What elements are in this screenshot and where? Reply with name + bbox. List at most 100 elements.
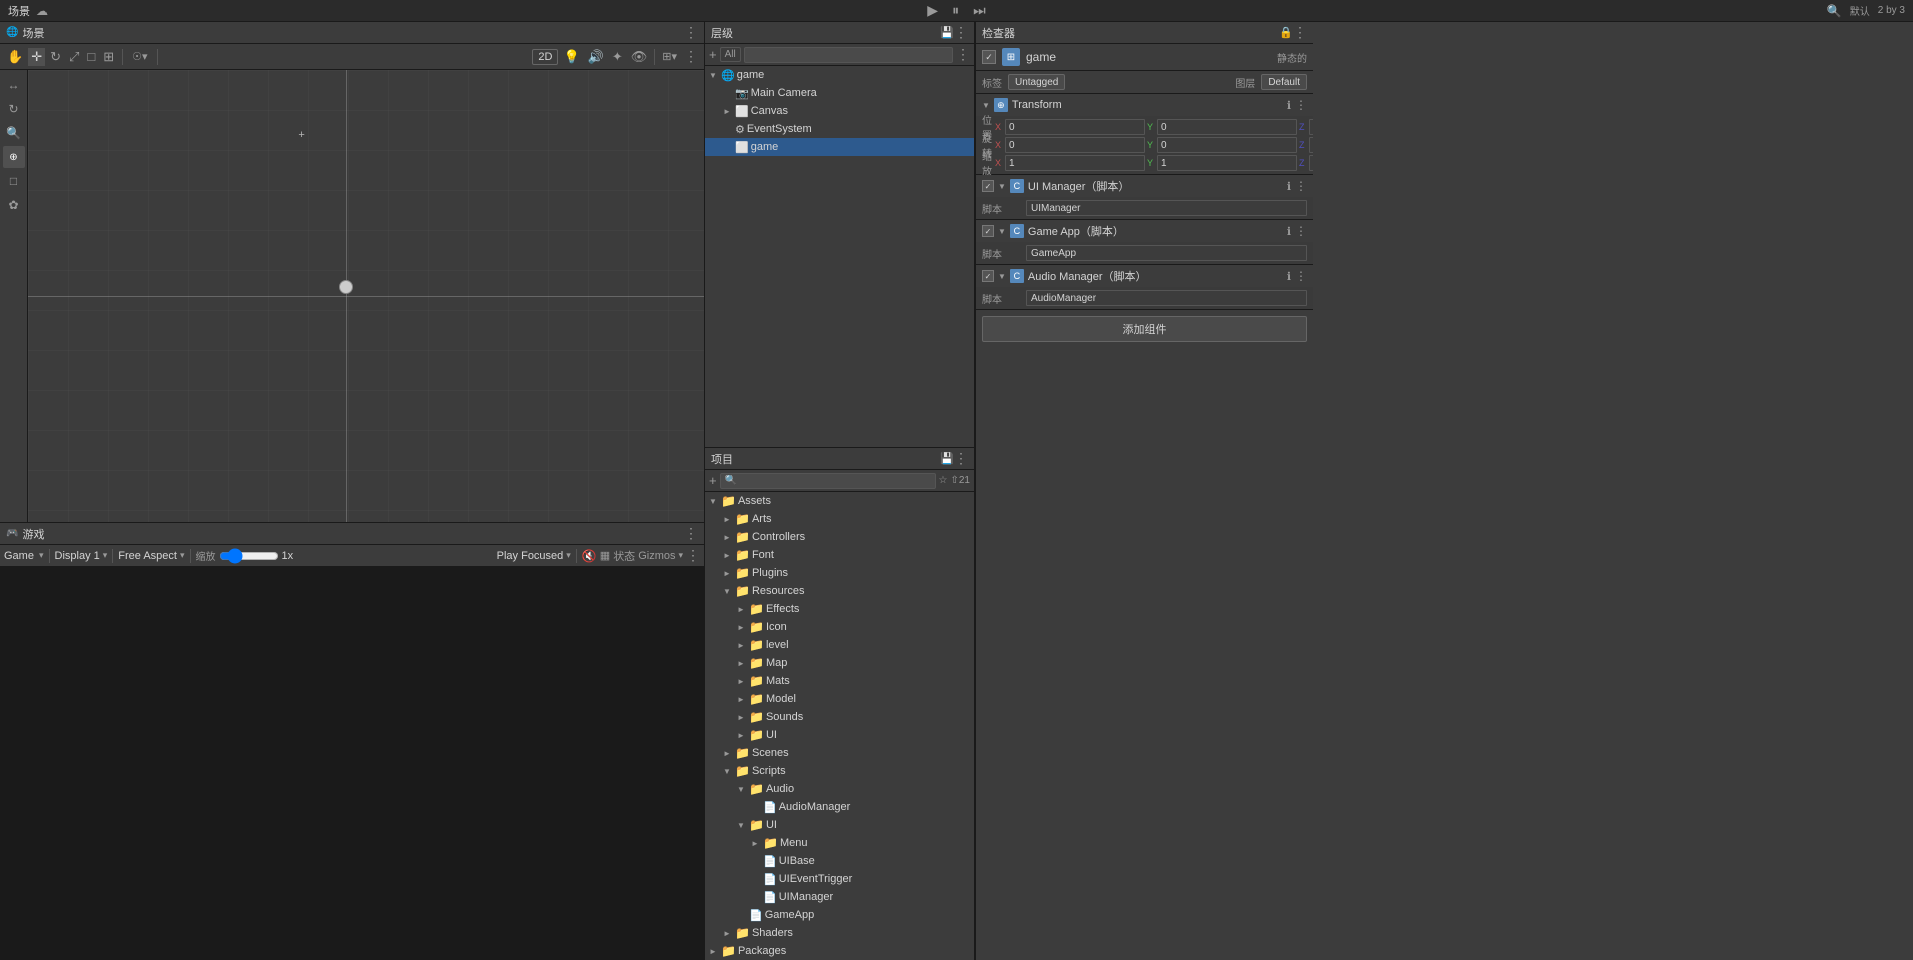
- gameapp-info[interactable]: ℹ: [1287, 225, 1291, 238]
- grid-toggle-btn[interactable]: ⊞▾: [659, 49, 680, 64]
- gizmos-dropdown[interactable]: ▾: [678, 550, 683, 561]
- layer-value[interactable]: Default: [1261, 74, 1307, 90]
- project-item-mats[interactable]: ► 📁 Mats: [705, 672, 974, 690]
- add-component-btn[interactable]: 添加组件: [982, 316, 1307, 342]
- tool-rect-select[interactable]: □: [3, 170, 25, 192]
- inspector-more[interactable]: ⋮: [1293, 24, 1307, 41]
- project-item-uibase[interactable]: 📄 UIBase: [705, 852, 974, 870]
- scene-tab[interactable]: 场景: [22, 25, 44, 41]
- project-item-ui-scripts[interactable]: ▼ 📁 UI: [705, 816, 974, 834]
- uimanager-header[interactable]: ✓ ▼ C UI Manager（脚本） ℹ ⋮: [976, 175, 1313, 197]
- scale-tool[interactable]: ⤢: [66, 48, 82, 66]
- object-enable-checkbox[interactable]: ✓: [982, 50, 996, 64]
- project-item-font[interactable]: ► 📁 Font: [705, 546, 974, 564]
- project-item-scenes[interactable]: ► 📁 Scenes: [705, 744, 974, 762]
- effects-btn[interactable]: ✦: [609, 48, 626, 66]
- project-item-shaders[interactable]: ► 📁 Shaders: [705, 924, 974, 942]
- step-button[interactable]: ⏭: [969, 2, 990, 19]
- display-label[interactable]: Display 1: [55, 550, 100, 562]
- gizmo-btn[interactable]: ☉▾: [128, 49, 151, 64]
- view-options-btn[interactable]: 👁: [628, 48, 651, 66]
- project-item-gameapp[interactable]: 📄 GameApp: [705, 906, 974, 924]
- aspect-dropdown[interactable]: ▾: [180, 550, 185, 561]
- grid-label[interactable]: 2 by 3: [1878, 5, 1905, 16]
- uimanager-script-value[interactable]: UIManager: [1026, 200, 1307, 216]
- search-icon[interactable]: 🔍: [1827, 4, 1842, 18]
- project-item-uieventtrigger[interactable]: 📄 UIEventTrigger: [705, 870, 974, 888]
- project-item-level[interactable]: ► 📁 level: [705, 636, 974, 654]
- stats-icon[interactable]: ▦: [600, 549, 610, 562]
- hierarchy-add-btn[interactable]: +: [709, 47, 717, 62]
- project-tab[interactable]: 项目: [711, 451, 733, 467]
- project-item-assets[interactable]: ▼ 📁 Assets: [705, 492, 974, 510]
- scene-more-options[interactable]: ⋮: [682, 47, 700, 66]
- aspect-label[interactable]: Free Aspect: [118, 550, 177, 562]
- gameapp-header[interactable]: ✓ ▼ C Game App（脚本） ℹ ⋮: [976, 220, 1313, 242]
- tool-move[interactable]: ↔: [3, 74, 25, 96]
- project-item-uimanager[interactable]: 📄 UIManager: [705, 888, 974, 906]
- rot-y[interactable]: [1157, 137, 1297, 153]
- uimanager-enable[interactable]: ✓: [982, 180, 994, 192]
- uimanager-more[interactable]: ⋮: [1295, 179, 1307, 193]
- project-item-audio[interactable]: ▼ 📁 Audio: [705, 780, 974, 798]
- tag-value[interactable]: Untagged: [1008, 74, 1065, 90]
- pos-z[interactable]: [1309, 119, 1313, 135]
- hierarchy-item-eventsystem[interactable]: ⚙ EventSystem: [705, 120, 974, 138]
- hierarchy-more[interactable]: ⋮: [954, 24, 968, 41]
- audio-btn[interactable]: 🔊: [585, 48, 607, 66]
- gizmos-label[interactable]: Gizmos: [638, 550, 675, 562]
- project-item-arts[interactable]: ► 📁 Arts: [705, 510, 974, 528]
- search-all-btn[interactable]: All: [720, 47, 741, 62]
- pos-y[interactable]: [1157, 119, 1297, 135]
- tool-custom[interactable]: ✿: [3, 194, 25, 216]
- hierarchy-search[interactable]: [744, 47, 953, 63]
- hierarchy-more2[interactable]: ⋮: [956, 46, 970, 63]
- audiomanager-more[interactable]: ⋮: [1295, 269, 1307, 283]
- uimanager-info[interactable]: ℹ: [1287, 180, 1291, 193]
- project-item-resources[interactable]: ▼ 📁 Resources: [705, 582, 974, 600]
- inspector-lock[interactable]: 🔒: [1279, 26, 1293, 39]
- transform-tool[interactable]: ⊞: [100, 48, 117, 66]
- scene-more-btn[interactable]: ⋮: [684, 24, 698, 41]
- cloud-icon[interactable]: ☁: [36, 4, 48, 18]
- hand-tool[interactable]: ✋: [4, 48, 26, 66]
- project-save[interactable]: 💾: [940, 452, 954, 465]
- tool-rotate-view[interactable]: ↻: [3, 98, 25, 120]
- game-tab[interactable]: 游戏: [22, 526, 44, 542]
- game-options-more[interactable]: ⋮: [686, 547, 700, 564]
- project-item-menu[interactable]: ► 📁 Menu: [705, 834, 974, 852]
- hierarchy-save[interactable]: 💾: [940, 26, 954, 39]
- hierarchy-item-gameobj[interactable]: ⬜ game: [705, 138, 974, 156]
- project-item-scripts[interactable]: ▼ 📁 Scripts: [705, 762, 974, 780]
- hierarchy-item-canvas[interactable]: ► ⬜ Canvas: [705, 102, 974, 120]
- tool-pivot[interactable]: ⊕: [3, 146, 25, 168]
- scale-z[interactable]: [1309, 155, 1313, 171]
- stats-label[interactable]: 状态: [613, 548, 635, 564]
- audiomanager-info[interactable]: ℹ: [1287, 270, 1291, 283]
- move-tool[interactable]: ✛: [28, 48, 45, 66]
- audiomanager-enable[interactable]: ✓: [982, 270, 994, 282]
- project-item-plugins[interactable]: ► 📁 Plugins: [705, 564, 974, 582]
- project-item-map[interactable]: ► 📁 Map: [705, 654, 974, 672]
- project-item-icon[interactable]: ► 📁 Icon: [705, 618, 974, 636]
- scale-x[interactable]: [1005, 155, 1145, 171]
- zoom-slider[interactable]: [219, 551, 279, 561]
- hierarchy-item-game[interactable]: ▼ 🌐 game: [705, 66, 974, 84]
- project-search[interactable]: [720, 473, 936, 489]
- gameapp-enable[interactable]: ✓: [982, 225, 994, 237]
- game-label-dropdown[interactable]: ▾: [39, 550, 44, 561]
- play-focused-label[interactable]: Play Focused: [497, 550, 564, 562]
- hierarchy-tab[interactable]: 层级: [711, 25, 733, 41]
- project-item-audiomanager[interactable]: 📄 AudioManager: [705, 798, 974, 816]
- inspector-tab[interactable]: 检查器: [982, 25, 1015, 41]
- pos-x[interactable]: [1005, 119, 1145, 135]
- play-button[interactable]: ▶: [923, 2, 942, 19]
- play-focused-dropdown[interactable]: ▾: [566, 550, 571, 561]
- 2d-btn[interactable]: 2D: [532, 49, 558, 65]
- layout-label[interactable]: 默认: [1850, 3, 1870, 18]
- rot-x[interactable]: [1005, 137, 1145, 153]
- rect-tool[interactable]: □: [84, 48, 98, 65]
- project-item-sounds[interactable]: ► 📁 Sounds: [705, 708, 974, 726]
- gameapp-more[interactable]: ⋮: [1295, 224, 1307, 238]
- hierarchy-item-maincamera[interactable]: 📷 Main Camera: [705, 84, 974, 102]
